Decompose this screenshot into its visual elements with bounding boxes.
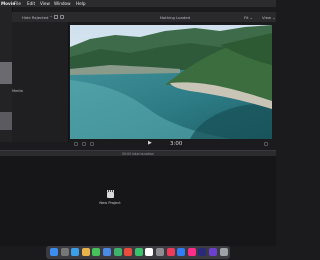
video-viewer[interactable] xyxy=(70,25,272,139)
menu-bar: Movie File Edit View Window Help xyxy=(0,0,276,7)
finder-icon[interactable] xyxy=(50,248,58,256)
menu-help[interactable]: Help xyxy=(76,1,86,6)
viewer-frame-image xyxy=(70,25,272,139)
menu-view[interactable]: View xyxy=(40,1,50,6)
sidebar-media-label: Media xyxy=(12,89,23,93)
new-project-label: New Project xyxy=(99,201,121,205)
settings-icon[interactable] xyxy=(156,248,164,256)
launchpad-icon[interactable] xyxy=(60,248,69,256)
maps-icon[interactable] xyxy=(113,248,122,256)
crop-icon[interactable] xyxy=(82,142,86,146)
menu-edit[interactable]: Edit xyxy=(27,1,35,6)
library-item[interactable] xyxy=(0,112,12,130)
premiere-icon[interactable] xyxy=(198,248,207,256)
clapperboard-icon xyxy=(106,190,114,198)
imovie-icon[interactable] xyxy=(209,248,217,256)
library-sidebar: Media xyxy=(12,22,69,142)
view-dropdown[interactable]: View ⌄ xyxy=(262,15,275,20)
fullscreen-icon[interactable] xyxy=(264,142,268,146)
menu-window[interactable]: Window xyxy=(54,1,71,6)
speed-icon[interactable] xyxy=(90,142,94,146)
play-icon[interactable]: ▶ xyxy=(148,140,152,146)
selected-library-item[interactable] xyxy=(0,62,12,84)
menu-file[interactable]: File xyxy=(14,1,21,6)
grid-view-icon[interactable] xyxy=(54,14,58,19)
chrome-icon[interactable] xyxy=(124,248,133,256)
menu-app-name[interactable]: Movie xyxy=(1,1,15,6)
xd-icon[interactable] xyxy=(187,248,196,256)
messages-icon[interactable] xyxy=(92,248,101,256)
zoom-dropdown[interactable]: Fit ⌄ xyxy=(244,15,253,20)
mail-icon[interactable] xyxy=(103,248,111,256)
timecode-display: 3:00 xyxy=(170,141,183,147)
timeline-area[interactable] xyxy=(0,156,276,246)
player-controls: ▶ 3:00 xyxy=(70,140,272,148)
status-text: Nothing Loaded xyxy=(160,15,190,20)
media-filter-dropdown[interactable]: Hide Rejected ⌃ xyxy=(22,15,53,20)
photos-icon[interactable] xyxy=(81,248,90,256)
browser-toolbar: Hide Rejected ⌃ Nothing Loaded Fit ⌄ Vie… xyxy=(12,12,276,22)
music-icon[interactable] xyxy=(166,248,175,256)
safari-icon[interactable] xyxy=(71,248,80,256)
calendar-icon[interactable] xyxy=(145,248,154,256)
facetime-icon[interactable] xyxy=(134,248,143,256)
list-view-icon[interactable] xyxy=(60,14,64,19)
trash-icon[interactable] xyxy=(219,248,228,256)
enhance-icon[interactable] xyxy=(74,142,78,146)
new-project-button[interactable]: New Project xyxy=(95,190,125,205)
app-store-icon[interactable] xyxy=(177,248,186,256)
dock xyxy=(46,246,230,259)
